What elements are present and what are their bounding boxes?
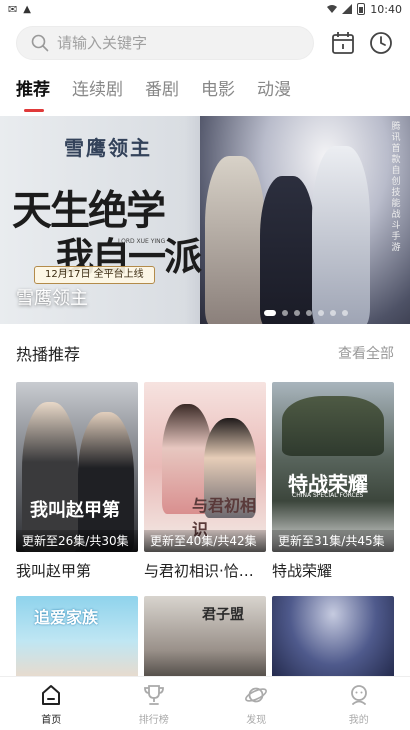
tab-recommend[interactable]: 推荐 <box>16 76 50 112</box>
user-icon <box>350 685 367 705</box>
card-title: 我叫赵甲第 <box>16 562 92 580</box>
signal-icon <box>342 4 353 14</box>
bottom-nav: 首页 排行榜 发现 我的 <box>0 676 410 730</box>
notification-icon: ✉ <box>8 2 18 16</box>
section-header: 热播推荐 查看全部 <box>16 340 394 366</box>
nav-label: 排行榜 <box>138 715 169 726</box>
episode-badge: 更新至31集/共45集 <box>272 530 394 552</box>
list-item[interactable]: 追爱家族 <box>16 596 138 686</box>
planet-icon <box>245 687 268 703</box>
list-item[interactable] <box>272 596 394 686</box>
calendar-icon[interactable] <box>330 30 356 56</box>
banner-caption: 雪鹰领主 <box>16 288 88 309</box>
banner-lord-text: LORD XUE YING <box>118 238 166 245</box>
trophy-icon <box>143 685 164 705</box>
pagination-dot[interactable] <box>294 310 300 316</box>
poster-image: 与君初相识 更新至40集/共42集 <box>144 382 266 552</box>
poster-figure <box>282 396 384 456</box>
banner-character <box>260 176 315 324</box>
banner-pagination <box>264 310 348 316</box>
pagination-dot[interactable] <box>330 310 336 316</box>
battery-icon <box>357 3 366 15</box>
category-tabs: 推荐 连续剧 番剧 电影 动漫 <box>0 76 410 112</box>
app-notification-icon: ▲ <box>23 3 31 15</box>
wifi-icon <box>327 5 338 13</box>
card-title: 特战荣耀 <box>272 562 333 580</box>
pagination-dot[interactable] <box>318 310 324 316</box>
status-time: 10:40 <box>370 2 402 16</box>
list-item[interactable]: 我叫赵甲第 更新至26集/共30集 我叫赵甲第 <box>16 382 138 581</box>
hot-list: 我叫赵甲第 更新至26集/共30集 我叫赵甲第 与君初相识 更新至40集/共42… <box>16 382 394 581</box>
see-all-link[interactable]: 查看全部 <box>338 343 394 363</box>
banner-character <box>205 156 265 324</box>
episode-badge: 更新至26集/共30集 <box>16 530 138 552</box>
poster-image: 君子盟 <box>144 596 266 686</box>
pagination-dot[interactable] <box>306 310 312 316</box>
pagination-dot[interactable] <box>264 310 276 316</box>
pagination-dot[interactable] <box>282 310 288 316</box>
nav-profile[interactable]: 我的 <box>308 677 410 730</box>
tab-animation[interactable]: 动漫 <box>257 76 291 106</box>
status-left: ✉ ▲ <box>8 3 31 16</box>
list-item[interactable]: 与君初相识 更新至40集/共42集 与君初相识·恰似故人归 <box>144 382 266 581</box>
pagination-dot[interactable] <box>342 310 348 316</box>
episode-badge: 更新至40集/共42集 <box>144 530 266 552</box>
search-input[interactable] <box>57 34 277 52</box>
nav-label: 首页 <box>41 715 62 726</box>
search-icon <box>31 34 49 52</box>
status-bar: ✉ ▲ 10:40 <box>0 0 410 18</box>
search-box[interactable] <box>16 26 314 60</box>
banner-release-tag: 12月17日 全平台上线 <box>34 266 155 284</box>
hot-list-row2: 追爱家族 君子盟 <box>16 596 394 686</box>
tab-series[interactable]: 连续剧 <box>72 76 123 106</box>
poster-image <box>272 596 394 686</box>
nav-home[interactable]: 首页 <box>0 677 103 730</box>
card-title: 与君初相识·恰似故人归 <box>144 562 266 580</box>
featured-banner[interactable]: 雪鹰领主 天生绝学 我自一派 LORD XUE YING 12月17日 全平台上… <box>0 116 410 324</box>
poster-title: 君子盟 <box>202 607 244 623</box>
list-item[interactable]: 君子盟 <box>144 596 266 686</box>
home-icon <box>42 685 61 705</box>
section-title: 热播推荐 <box>16 345 81 364</box>
clock-icon[interactable] <box>368 30 394 56</box>
poster-image: 追爱家族 <box>16 596 138 686</box>
poster-title: 我叫赵甲第 <box>30 500 120 521</box>
banner-side-text: 腾讯首款自创技能战斗手游 <box>391 122 401 253</box>
poster-image: 我叫赵甲第 更新至26集/共30集 <box>16 382 138 552</box>
poster-image: 特战荣耀 CHINA SPECIAL FORCES 更新至31集/共45集 <box>272 382 394 552</box>
list-item[interactable]: 特战荣耀 CHINA SPECIAL FORCES 更新至31集/共45集 特战… <box>272 382 394 581</box>
tab-movie[interactable]: 电影 <box>201 76 235 106</box>
nav-label: 我的 <box>348 715 369 726</box>
poster-subtitle: CHINA SPECIAL FORCES <box>292 492 364 499</box>
banner-logo: 雪鹰领主 <box>64 136 152 160</box>
search-row <box>0 26 410 62</box>
tab-anime-series[interactable]: 番剧 <box>145 76 179 106</box>
poster-title: 追爱家族 <box>34 608 99 627</box>
nav-discover[interactable]: 发现 <box>205 677 308 730</box>
status-right: 10:40 <box>327 3 402 16</box>
banner-character <box>312 146 370 324</box>
nav-ranking[interactable]: 排行榜 <box>103 677 206 730</box>
nav-label: 发现 <box>246 715 267 726</box>
